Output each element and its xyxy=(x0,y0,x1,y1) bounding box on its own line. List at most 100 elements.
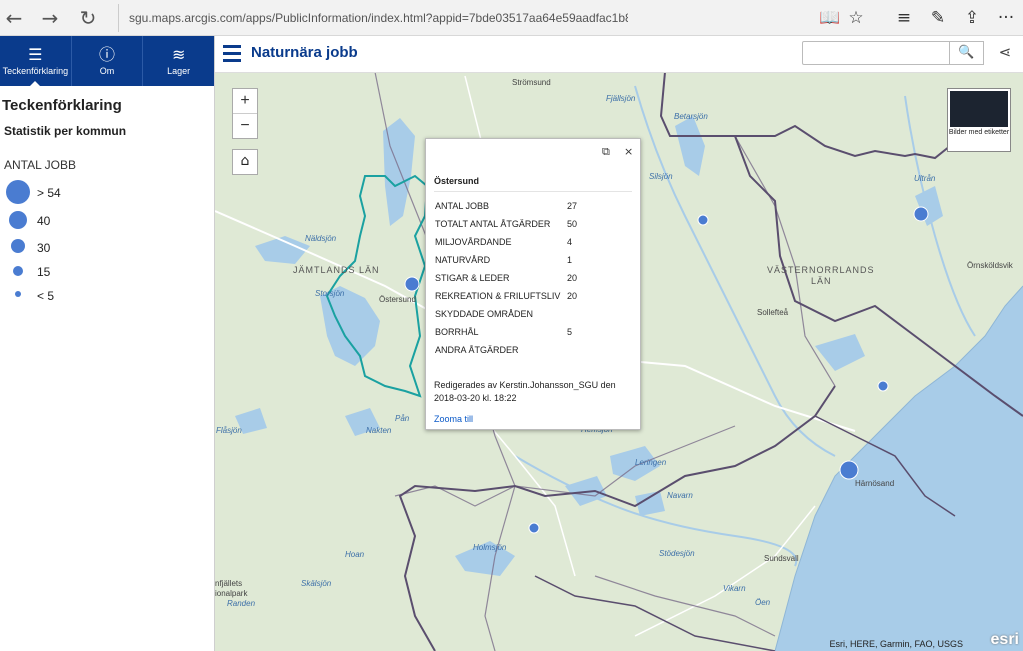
legend-item: > 54 xyxy=(0,178,214,206)
map-attribution: Esri, HERE, Garmin, FAO, USGS xyxy=(829,639,963,649)
map-label: Silsjön xyxy=(649,172,673,181)
map-label: Näldsjön xyxy=(305,234,337,243)
favorite-star-icon[interactable]: ☆ xyxy=(844,6,868,30)
popup-row: ANTAL JOBB 27 xyxy=(435,201,635,215)
map-label: Vikarn xyxy=(723,584,746,593)
legend-item-label: 15 xyxy=(37,265,51,279)
map-label: ionalpark xyxy=(215,589,248,598)
popup-divider xyxy=(434,191,632,192)
tab-about[interactable]: ⓘ Om xyxy=(72,36,144,86)
tab-label: Om xyxy=(99,66,115,76)
home-icon: ⌂ xyxy=(240,153,250,169)
popup-row-key: ANDRA ÅTGÄRDER xyxy=(435,345,519,355)
popup-row-key: NATURVÅRD xyxy=(435,255,491,265)
map-label: Leringen xyxy=(635,458,667,467)
map-label: Holmsjön xyxy=(473,543,507,552)
popup-row: TOTALT ANTAL ÅTGÄRDER 50 xyxy=(435,219,635,233)
map-view[interactable]: Naturnära jobb 🔍 ⋖ Strömsund Fjällsjön B… xyxy=(215,36,1023,651)
share-icon: ⋖ xyxy=(998,43,1012,61)
map-label: Öen xyxy=(755,598,771,607)
legend-item-label: 40 xyxy=(37,214,51,228)
tab-label: Lager xyxy=(167,66,191,76)
web-note-icon[interactable]: ✎ xyxy=(926,6,950,30)
map-label: Storsjön xyxy=(315,289,345,298)
map-label: Pån xyxy=(395,414,410,423)
sidebar-tabs: ☰ Teckenförklaring ⓘ Om ≋ Lager xyxy=(0,36,214,87)
popup-row-key: REKREATION & FRILUFTSLIV xyxy=(435,291,561,301)
close-icon[interactable]: × xyxy=(624,145,633,158)
info-icon: ⓘ xyxy=(98,45,115,64)
forward-icon[interactable]: → xyxy=(38,6,62,30)
legend-item-label: < 5 xyxy=(37,289,55,303)
map-label: Fjällsjön xyxy=(606,94,636,103)
map-label: Nakten xyxy=(366,426,392,435)
circle-symbol-icon xyxy=(15,291,21,297)
map-label: Skälsjön xyxy=(301,579,332,588)
zoom-out-button[interactable]: − xyxy=(233,114,257,138)
hub-icon[interactable]: ≡ xyxy=(892,6,916,30)
map-label: Örnsköldsvik xyxy=(967,261,1013,270)
reload-icon[interactable]: ↻ xyxy=(76,6,100,30)
legend-item-label: > 54 xyxy=(37,186,61,200)
basemap-toggle[interactable]: Bilder med etiketter xyxy=(947,88,1011,152)
map-label: JÄMTLANDS LÄN xyxy=(293,265,380,275)
popup-row: ANDRA ÅTGÄRDER xyxy=(435,345,635,359)
map-label: Sundsvall xyxy=(764,554,799,563)
list-icon: ☰ xyxy=(28,45,43,64)
map-label: Betarsjön xyxy=(674,112,708,121)
popup-row-key: BORRHÅL xyxy=(435,327,479,337)
browser-toolbar: ← → ↻ sgu.maps.arcgis.com/apps/PublicInf… xyxy=(0,0,1023,36)
share-icon[interactable]: ⇪ xyxy=(960,6,984,30)
legend-field: ANTAL JOBB xyxy=(4,158,77,172)
zoom-in-button[interactable]: + xyxy=(233,89,257,114)
zoom-to-link[interactable]: Zooma till xyxy=(434,414,473,424)
popup-row-key: STIGAR & LEDER xyxy=(435,273,510,283)
map-label: Flåsjön xyxy=(216,426,242,435)
popup-row-value: 4 xyxy=(567,237,573,247)
circle-symbol-icon xyxy=(9,211,27,229)
map-label: VÄSTERNORRLANDS xyxy=(767,265,875,275)
popup-row: NATURVÅRD 1 xyxy=(435,255,635,269)
map-label: Ultrån xyxy=(914,174,936,183)
popup-row: MILJOVÅRDANDE 4 xyxy=(435,237,635,251)
map-label: Randen xyxy=(227,599,256,608)
esri-logo[interactable]: esri xyxy=(991,631,1019,649)
home-button[interactable]: ⌂ xyxy=(232,149,258,175)
address-bar[interactable]: sgu.maps.arcgis.com/apps/PublicInformati… xyxy=(118,4,628,32)
tab-layers[interactable]: ≋ Lager xyxy=(143,36,214,86)
popup-row-key: SKYDDADE OMRÅDEN xyxy=(435,309,534,319)
map-label: Sollefteå xyxy=(757,308,789,317)
legend-item: 30 xyxy=(0,233,214,259)
tab-label: Teckenförklaring xyxy=(2,66,69,76)
legend-title: Teckenförklaring xyxy=(2,97,122,114)
search-input[interactable] xyxy=(802,41,950,65)
legend-subtitle: Statistik per kommun xyxy=(4,124,127,138)
popup-row-value: 20 xyxy=(567,273,578,283)
popup-row-value: 5 xyxy=(567,327,573,337)
search-icon: 🔍 xyxy=(958,45,975,60)
back-icon[interactable]: ← xyxy=(2,6,26,30)
search-button[interactable]: 🔍 xyxy=(950,41,984,65)
circle-symbol-icon xyxy=(11,239,25,253)
tab-legend[interactable]: ☰ Teckenförklaring xyxy=(0,36,72,87)
more-icon[interactable]: ··· xyxy=(994,6,1018,30)
map-label: Strömsund xyxy=(512,78,551,87)
menu-icon[interactable] xyxy=(223,45,241,63)
circle-symbol-icon xyxy=(6,180,30,204)
map-label: Härnösand xyxy=(855,479,895,488)
popup-title: Östersund xyxy=(434,176,480,186)
basemap-label: Bilder med etiketter xyxy=(948,129,1010,136)
circle-symbol-icon xyxy=(13,266,23,276)
maximize-icon[interactable]: ⧉ xyxy=(602,145,610,159)
legend-item: < 5 xyxy=(0,283,214,307)
popup-row: REKREATION & FRILUFTSLIV 20 xyxy=(435,291,635,305)
share-button[interactable]: ⋖ xyxy=(995,43,1015,63)
legend-item: 40 xyxy=(0,206,214,233)
active-tab-caret xyxy=(29,81,42,87)
popup-row-key: TOTALT ANTAL ÅTGÄRDER xyxy=(435,219,551,229)
legend-item: 15 xyxy=(0,259,214,283)
popup-row: SKYDDADE OMRÅDEN xyxy=(435,309,635,323)
app-header: Naturnära jobb 🔍 ⋖ xyxy=(215,36,1023,73)
reading-view-icon[interactable]: 📖 xyxy=(818,6,842,30)
feature-popup: ⧉ × Östersund ANTAL JOBB 27 TOTALT ANTAL … xyxy=(425,138,641,430)
